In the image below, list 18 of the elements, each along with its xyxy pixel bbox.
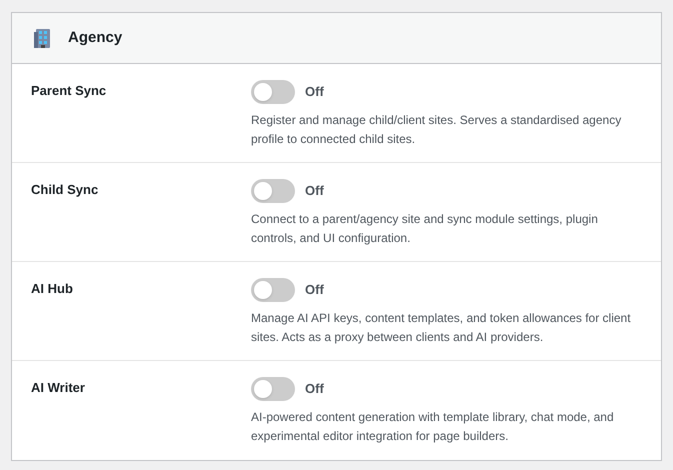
toggle-switch[interactable]: [251, 278, 295, 302]
module-description: Manage AI API keys, content templates, and token allowances for client sites. Acts as a proxy between clients and AI providers.: [251, 310, 631, 346]
panel-title: Agency: [68, 28, 122, 48]
state-label: Off: [305, 83, 324, 102]
module-description: AI-powered content generation with template library, chat mode, and experimental editor integration for page builders.: [251, 409, 615, 445]
state-label: Off: [305, 182, 324, 200]
state-label: Off: [305, 380, 324, 398]
module-name: AI Writer: [31, 380, 85, 395]
toggle-switch[interactable]: [251, 179, 295, 203]
module-description: Connect to a parent/agency site and sync module settings, plugin controls, and UI configuration.: [251, 211, 599, 247]
module-name: Parent Sync: [31, 83, 106, 98]
building-icon: [34, 28, 52, 48]
toggle-switch[interactable]: [251, 80, 295, 104]
module-name: Child Sync: [31, 182, 98, 197]
toggle-switch[interactable]: [251, 377, 295, 401]
state-label: Off: [305, 281, 324, 300]
module-description: Register and manage child/client sites. Serves a standardised agency profile to connected child sites.: [251, 112, 622, 148]
module-name: AI Hub: [31, 281, 73, 296]
